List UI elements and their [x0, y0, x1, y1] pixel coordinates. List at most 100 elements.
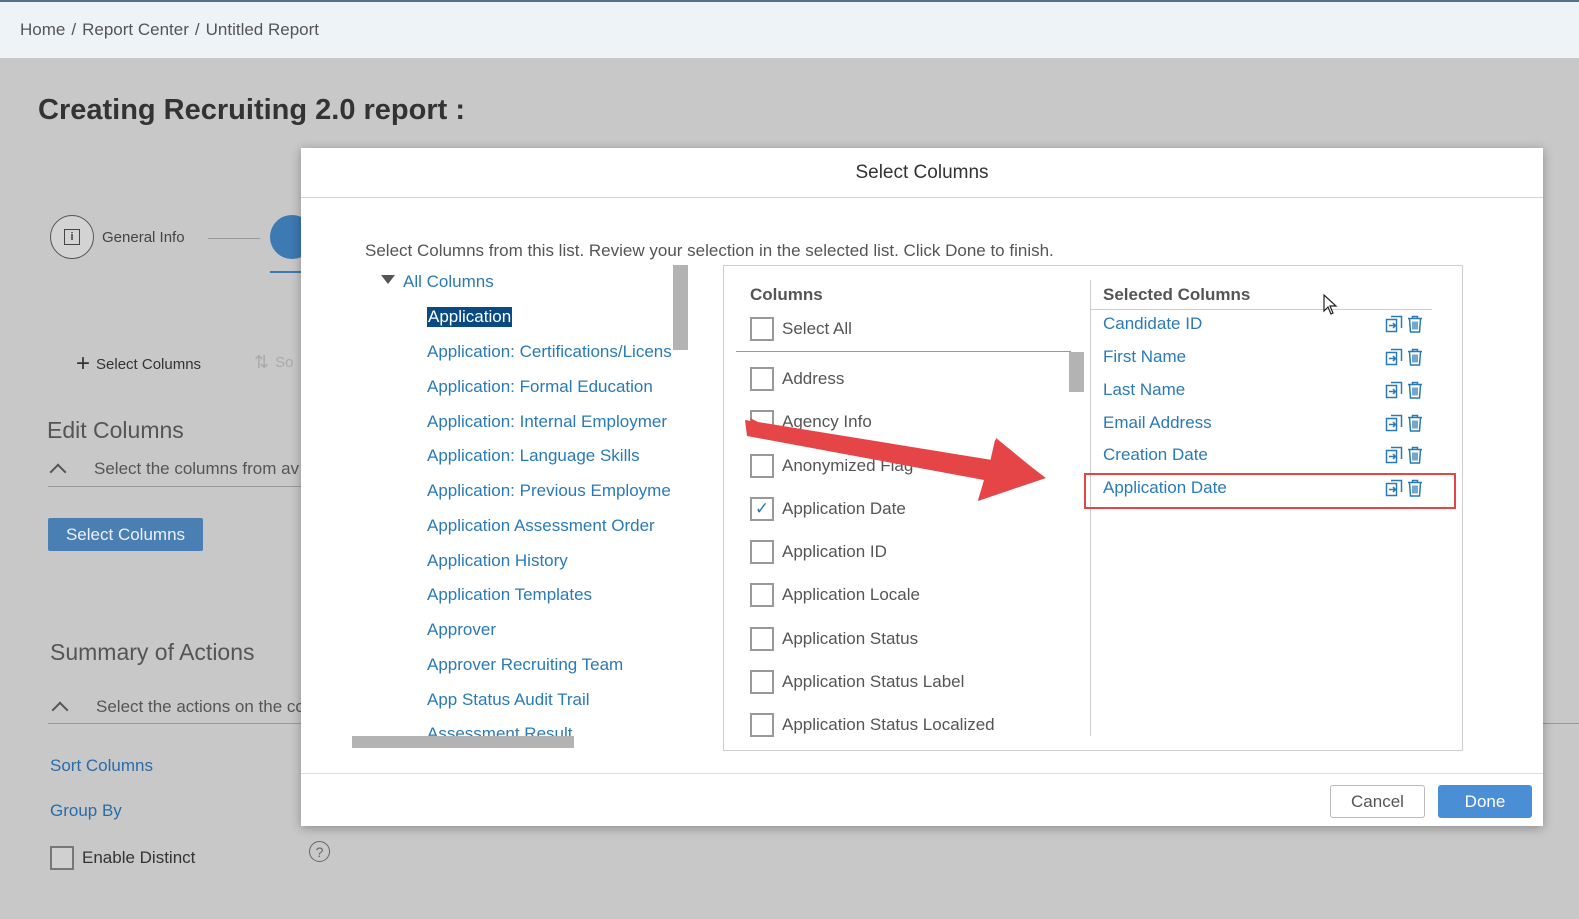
summary-title: Summary of Actions — [50, 639, 255, 665]
tree-item[interactable]: Application: Certifications/Licens — [427, 342, 672, 362]
selected-header-rule — [1090, 309, 1432, 310]
breadcrumb: Home / Report Center / Untitled Report — [0, 2, 1579, 58]
cancel-button[interactable]: Cancel — [1330, 785, 1425, 818]
column-checkbox-application-status-localized[interactable]: Application Status Localized — [750, 713, 995, 737]
tree-item[interactable]: Approver Recruiting Team — [427, 655, 623, 675]
column-checkbox-application-date[interactable]: ✓ Application Date — [750, 497, 906, 521]
checkbox-box[interactable] — [750, 367, 774, 391]
column-checkbox-application-id[interactable]: Application ID — [750, 540, 887, 564]
column-label: Application ID — [782, 542, 887, 561]
breadcrumb-current: Untitled Report — [205, 20, 319, 39]
select-columns-dialog: Select Columns Select Columns from this … — [301, 148, 1543, 826]
checkbox-box[interactable] — [750, 627, 774, 651]
trash-icon[interactable] — [1407, 414, 1423, 432]
selected-item-label: Last Name — [1103, 380, 1186, 399]
edit-columns-subtitle: Select the columns from av — [94, 459, 300, 478]
tree-item-application[interactable]: Application — [427, 307, 513, 327]
column-checkbox-anonymized-flag[interactable]: Anonymized Flag — [750, 454, 913, 478]
tree-item[interactable]: Application: Internal Employmer — [427, 412, 667, 432]
toolbar-sort[interactable]: ⇅ So — [254, 352, 293, 373]
selected-item: First Name — [1103, 347, 1433, 367]
tree-item[interactable]: Application Assessment Order — [427, 516, 655, 536]
dialog-title: Select Columns — [301, 148, 1543, 198]
tree-item[interactable]: Approver — [427, 620, 496, 640]
tree-item[interactable]: Application: Formal Education — [427, 377, 653, 397]
active-step-indicator — [270, 271, 302, 273]
checkbox-box[interactable] — [750, 454, 774, 478]
selected-item-label: Creation Date — [1103, 445, 1208, 464]
help-icon[interactable]: ? — [309, 841, 330, 862]
column-checkbox-agency-info[interactable]: Agency Info — [750, 410, 872, 434]
tree-horizontal-scrollbar[interactable] — [352, 736, 574, 748]
column-checkbox-application-status[interactable]: Application Status — [750, 627, 918, 651]
checkbox-box[interactable] — [750, 583, 774, 607]
summary-toggle[interactable]: Select the actions on the co — [50, 697, 305, 719]
tree-root-all-columns[interactable]: All Columns — [381, 272, 494, 292]
column-label: Anonymized Flag — [782, 456, 914, 475]
checkbox-box[interactable] — [750, 540, 774, 564]
tree-item[interactable]: Application: Language Skills — [427, 446, 640, 466]
column-label: Agency Info — [782, 412, 872, 431]
divider — [48, 723, 301, 724]
columns-vertical-scrollbar[interactable] — [1069, 352, 1084, 392]
checkbox-box[interactable] — [750, 317, 774, 341]
checkbox-box[interactable] — [750, 410, 774, 434]
checkbox-box[interactable] — [50, 846, 74, 870]
trash-icon[interactable] — [1407, 315, 1423, 333]
column-checkbox-application-locale[interactable]: Application Locale — [750, 583, 920, 607]
move-icon[interactable] — [1385, 414, 1403, 432]
group-by-link[interactable]: Group By — [50, 801, 122, 821]
step-general-info[interactable]: i General Info — [50, 215, 185, 259]
toolbar-sort-label: So — [275, 354, 294, 371]
select-columns-button[interactable]: Select Columns — [48, 518, 203, 551]
checkbox-box-checked[interactable]: ✓ — [750, 497, 774, 521]
breadcrumb-report-center[interactable]: Report Center — [82, 20, 189, 40]
breadcrumb-home[interactable]: Home — [20, 20, 65, 40]
column-checkbox-application-status-label[interactable]: Application Status Label — [750, 670, 964, 694]
column-label: Address — [782, 369, 845, 388]
selected-item: Last Name — [1103, 380, 1433, 400]
tree-item[interactable]: Application: Previous Employme — [427, 481, 671, 501]
move-icon[interactable] — [1385, 315, 1403, 333]
trash-icon[interactable] — [1407, 348, 1423, 366]
toolbar-select-columns[interactable]: + Select Columns — [76, 352, 201, 376]
tree-item[interactable]: App Status Audit Trail — [427, 690, 590, 710]
tree-vertical-scrollbar[interactable] — [673, 265, 688, 350]
trash-icon[interactable] — [1407, 446, 1423, 464]
selected-item: Candidate ID — [1103, 314, 1433, 334]
move-icon[interactable] — [1385, 348, 1403, 366]
move-icon[interactable] — [1385, 381, 1403, 399]
tree-item[interactable]: Application History — [427, 551, 568, 571]
enable-distinct-label: Enable Distinct — [82, 848, 196, 867]
checkbox-box[interactable] — [750, 670, 774, 694]
column-label: Application Status — [782, 629, 919, 648]
step-general-info-label: General Info — [102, 228, 185, 246]
trash-icon[interactable] — [1407, 381, 1423, 399]
done-button[interactable]: Done — [1438, 785, 1532, 818]
edit-columns-title: Edit Columns — [47, 417, 184, 443]
step-connector — [208, 238, 260, 239]
triangle-down-icon[interactable] — [381, 274, 395, 284]
select-all-rule — [736, 351, 1071, 352]
page-title: Creating Recruiting 2.0 report : — [38, 94, 466, 126]
selected-item-label: First Name — [1103, 347, 1187, 366]
sort-icon: ⇅ — [254, 352, 270, 372]
checkbox-box[interactable] — [750, 713, 774, 737]
column-label: Application Date — [782, 499, 906, 518]
selected-item: Email Address — [1103, 413, 1433, 433]
column-checkbox-address[interactable]: Address — [750, 367, 844, 391]
divider — [48, 486, 301, 487]
plus-icon: + — [76, 350, 91, 377]
edit-columns-toggle[interactable]: Select the columns from av — [48, 459, 300, 481]
sort-columns-link[interactable]: Sort Columns — [50, 756, 153, 776]
column-tree: All Columns Application Application: Cer… — [351, 266, 691, 744]
chevron-up-icon — [51, 701, 69, 719]
tree-item[interactable]: Application Templates — [427, 585, 592, 605]
selected-item-label: Email Address — [1103, 413, 1212, 432]
column-label: Application Locale — [782, 585, 920, 604]
select-all-checkbox[interactable]: Select All — [750, 317, 852, 341]
move-icon[interactable] — [1385, 446, 1403, 464]
divider — [1543, 723, 1579, 724]
toolbar-select-columns-label: Select Columns — [96, 355, 202, 373]
enable-distinct-checkbox[interactable]: Enable Distinct — [50, 846, 195, 870]
